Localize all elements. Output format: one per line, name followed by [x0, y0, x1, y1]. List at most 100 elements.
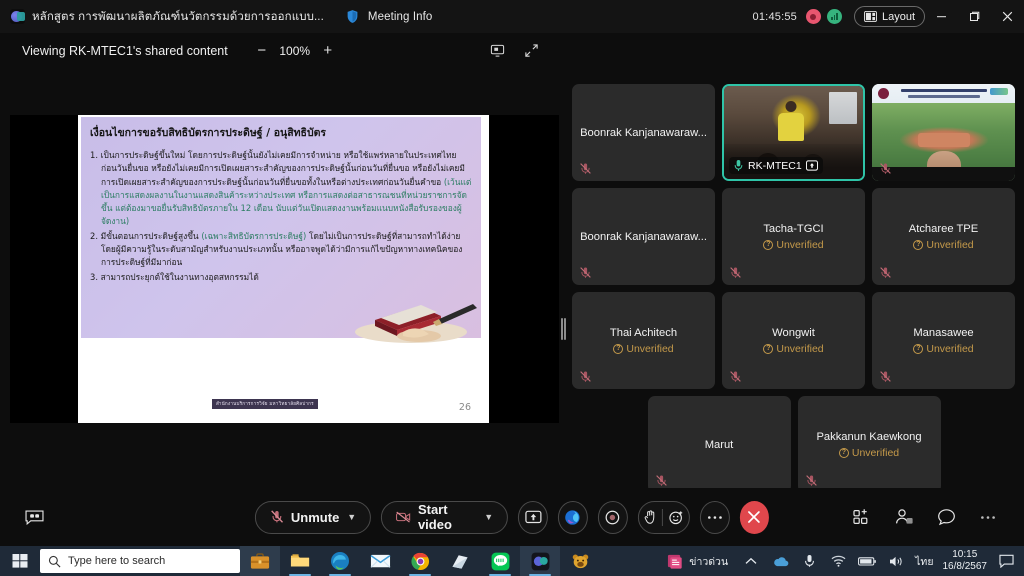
raise-hand-icon[interactable] [644, 509, 657, 525]
unverified-label: Unverified [626, 343, 674, 355]
zoom-out-button[interactable]: − [250, 39, 274, 63]
screen-sharing-icon [805, 160, 818, 171]
more-options-icon [707, 515, 722, 519]
more-options-button[interactable] [699, 500, 730, 534]
onedrive-icon[interactable] [770, 556, 790, 567]
unmute-button-label: Unmute [290, 509, 340, 525]
mic-off-icon [730, 371, 741, 382]
participant-row-3: Thai Achitech ? Unverified Wongwit ? Unv… [572, 292, 1016, 389]
taskbar-search-input[interactable]: Type here to search [40, 549, 240, 573]
participant-tile-active-speaker[interactable]: RK-MTEC1 [722, 84, 865, 181]
taskbar-app-mail[interactable] [360, 546, 400, 576]
participant-tile[interactable]: Pakkanun Kaewkong ? Unverified [797, 396, 941, 493]
meeting-info-tab[interactable]: Meeting Info [334, 0, 443, 33]
fullscreen-icon[interactable] [518, 38, 544, 64]
participant-tile[interactable]: Boonrak Kanjanawaraw... [572, 188, 715, 285]
apps-grid-icon [853, 509, 868, 524]
news-and-interests[interactable]: ข่าวด่วน [666, 553, 728, 570]
record-button[interactable] [597, 500, 628, 534]
mic-off-icon [805, 475, 817, 486]
taskbar-app-teams[interactable] [520, 546, 560, 576]
taskbar-app-notes[interactable] [440, 546, 480, 576]
minimize-button[interactable] [925, 0, 958, 33]
taskbar-clock[interactable]: 10:15 16/8/2567 [943, 549, 988, 574]
participant-tile[interactable]: Wongwit ? Unverified [722, 292, 865, 389]
more-horizontal-button[interactable] [974, 503, 1002, 531]
reactions-group[interactable] [637, 500, 690, 534]
bullet-3-number: 3. [90, 271, 98, 282]
wifi-icon[interactable] [828, 555, 848, 567]
action-bar-left [20, 503, 48, 531]
action-bar-right [848, 503, 1024, 531]
mic-on-icon [734, 160, 743, 171]
chat-button[interactable] [932, 503, 960, 531]
participant-name: Boonrak Kanjanawaraw... [580, 230, 707, 243]
unverified-label: Unverified [926, 343, 974, 355]
slide-bullet-2: 2. มีขั้นตอนการประดิษฐ์สูงขึ้น (เฉพาะสิท… [90, 230, 472, 270]
windows-taskbar: Type here to search ข่าวด่วน ไทย 10:15 1… [0, 546, 1024, 576]
taskbar-app-line[interactable] [480, 546, 520, 576]
start-video-button[interactable]: Start video ▼ [381, 500, 509, 534]
windows-start-button[interactable] [0, 546, 40, 576]
participant-name: Pakkanun Kaewkong [816, 431, 922, 443]
unmute-button[interactable]: Unmute ▼ [254, 500, 372, 534]
participant-tile[interactable]: Marut [647, 396, 791, 493]
meeting-timer: 01:45:55 [752, 10, 797, 23]
shared-content-view[interactable]: เงื่อนไขการขอรับสิทธิบัตรการประดิษฐ์ / อ… [10, 115, 559, 423]
slide-content-card: เงื่อนไขการขอรับสิทธิบัตรการประดิษฐ์ / อ… [81, 117, 481, 343]
question-mark-icon: ? [913, 240, 924, 250]
microphone-icon[interactable] [799, 554, 819, 568]
leave-call-button[interactable] [739, 500, 770, 534]
volume-icon[interactable] [886, 555, 906, 568]
participant-name: Marut [704, 438, 734, 451]
chrome-icon [410, 552, 429, 570]
zoom-level-value: 100% [279, 43, 311, 58]
stage-resize-handle[interactable] [561, 318, 566, 340]
participant-tile[interactable] [872, 84, 1015, 181]
taskbar-app-edge[interactable] [320, 546, 360, 576]
battery-icon[interactable] [857, 556, 877, 567]
teams-meeting-window: หลักสูตร การพัฒนาผลิตภัณฑ์นวัตกรรมด้วยกา… [0, 0, 1024, 576]
unverified-badge: ? Unverified [913, 239, 974, 251]
taskbar-app-file-explorer[interactable] [280, 546, 320, 576]
keyboard-language-indicator[interactable]: ไทย [915, 553, 933, 570]
participant-tile[interactable]: Boonrak Kanjanawaraw... [572, 84, 715, 181]
mic-off-icon [880, 371, 891, 382]
pop-out-screen-icon[interactable] [484, 38, 510, 64]
network-quality-icon[interactable] [826, 9, 842, 24]
participant-tile[interactable]: Tacha-TGCI ? Unverified [722, 188, 865, 285]
layout-button[interactable]: Layout [853, 6, 925, 27]
participant-name: Manasawee [913, 327, 974, 339]
people-button[interactable] [890, 503, 918, 531]
copilot-button[interactable] [557, 500, 588, 534]
slide-page-number: 26 [458, 402, 471, 413]
reactions-icon[interactable] [668, 510, 683, 525]
question-mark-icon: ? [913, 344, 924, 354]
unverified-badge: ? Unverified [613, 343, 674, 355]
close-button[interactable] [991, 0, 1024, 33]
slide-bullet-list: 1. เป็นการประดิษฐ์ขึ้นใหม่ โดยการประดิษฐ… [90, 149, 472, 284]
share-toolbar: Viewing RK-MTEC1's shared content − 100%… [0, 33, 1024, 68]
closed-captions-icon[interactable] [20, 503, 48, 531]
slide-bullet-3: 3. สามารถประยุกต์ใช้ในงานทางอุตสหกรรมได้ [90, 271, 472, 284]
bullet-1-number: 1. [90, 150, 98, 160]
zoom-in-button[interactable]: + [316, 39, 340, 63]
chevron-down-icon[interactable]: ▼ [347, 512, 356, 522]
chevron-down-icon[interactable]: ▼ [484, 512, 493, 522]
briefcase-icon[interactable] [240, 546, 280, 576]
participant-tile[interactable]: Thai Achitech ? Unverified [572, 292, 715, 389]
bullet-1-text: เป็นการประดิษฐ์ขึ้นใหม่ โดยการประดิษฐ์นั… [100, 150, 465, 187]
apps-grid-button[interactable] [848, 503, 876, 531]
participant-tile[interactable]: Atcharee TPE ? Unverified [872, 188, 1015, 285]
notes-icon [452, 554, 468, 569]
taskbar-app-chrome[interactable] [400, 546, 440, 576]
search-icon [48, 555, 61, 567]
notification-center-icon[interactable] [996, 554, 1016, 568]
recording-indicator-icon[interactable] [805, 9, 821, 24]
participant-tile[interactable]: Manasawee ? Unverified [872, 292, 1015, 389]
maximize-restore-button[interactable] [958, 0, 991, 33]
show-hidden-icons-icon[interactable] [741, 557, 761, 566]
meeting-tab[interactable]: หลักสูตร การพัฒนาผลิตภัณฑ์นวัตกรรมด้วยกา… [0, 0, 334, 33]
share-screen-button[interactable] [518, 500, 548, 534]
taskbar-app-bear[interactable] [560, 546, 600, 576]
